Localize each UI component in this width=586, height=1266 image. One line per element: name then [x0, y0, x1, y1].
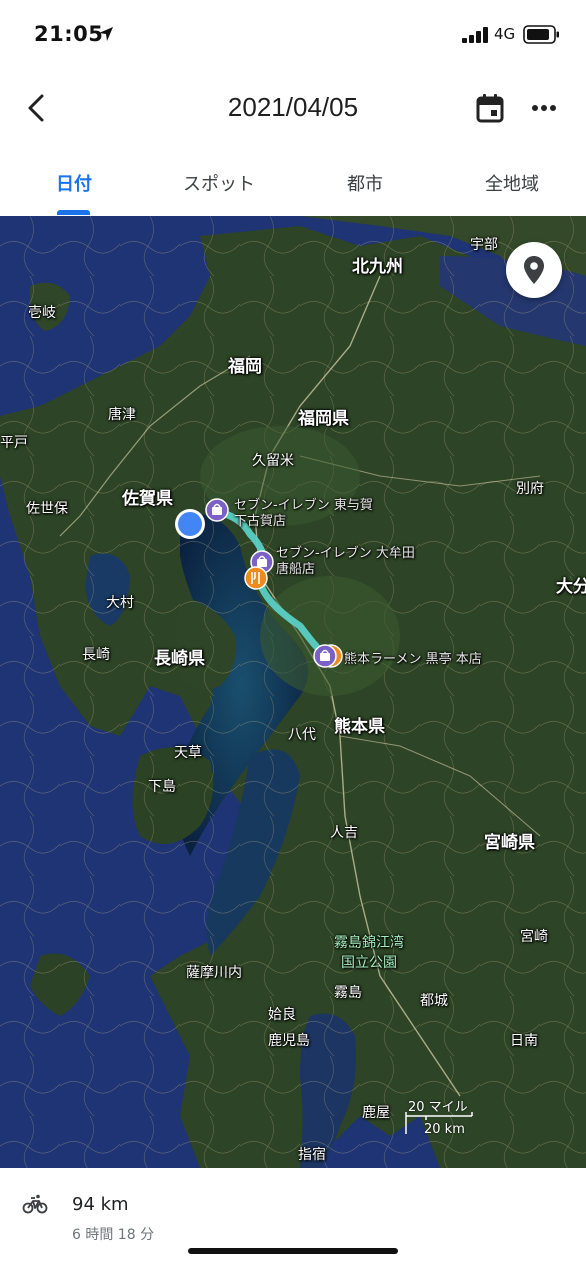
map-label-fukuoka: 福岡 — [228, 357, 262, 377]
poi-label[interactable]: セブン-イレブン 東与賀 下古賀店 — [234, 498, 373, 530]
map-label-aira: 姶良 — [268, 1007, 296, 1023]
map-label-kurume: 久留米 — [252, 453, 294, 469]
status-bar: 21:05 4G — [0, 0, 586, 70]
battery-icon — [523, 25, 559, 44]
map-label-kumamoto-pref: 熊本県 — [334, 717, 385, 737]
shop-marker[interactable] — [205, 498, 229, 522]
active-tab-indicator — [57, 210, 90, 215]
tab-all-regions[interactable]: 全地域 — [476, 170, 548, 196]
map-label-beppu: 別府 — [516, 481, 544, 497]
map-label-miyazaki-pref: 宮崎県 — [484, 833, 535, 853]
map-label-hitoyoshi: 人吉 — [330, 825, 358, 841]
restaurant-marker[interactable] — [244, 566, 268, 590]
map-label-miyakonojo: 都城 — [420, 993, 448, 1009]
shop-marker[interactable] — [313, 644, 337, 668]
map-label-miyazaki: 宮崎 — [520, 929, 548, 945]
trip-distance: 94 km — [72, 1194, 129, 1215]
poi-label[interactable]: 熊本ラーメン 黒亭 本店 — [344, 648, 482, 667]
map-label-ibusuki: 指宿 — [298, 1147, 326, 1163]
trip-summary: 94 km 6 時間 18 分 — [0, 1168, 586, 1266]
map-label-kirishima: 霧島 — [334, 985, 362, 1001]
satellite-map[interactable]: 北九州 宇部 壱岐 福岡 福岡県 唐津 平戸 久留米 佐賀県 佐世保 別府 大分… — [0, 216, 586, 1168]
map-label-hirado: 平戸 — [0, 435, 28, 451]
signal-icon — [462, 27, 488, 43]
map-label-nichinan: 日南 — [510, 1033, 538, 1049]
map-label-sasebo: 佐世保 — [26, 501, 68, 517]
map-label-nagasaki-pref: 長崎県 — [154, 649, 205, 669]
map-label-ube: 宇部 — [470, 237, 498, 253]
map-terrain — [0, 216, 586, 1168]
map-label-nagasaki: 長崎 — [82, 647, 110, 663]
bicycle-icon — [22, 1194, 48, 1214]
network-type: 4G — [494, 25, 516, 43]
map-label-oita: 大分 — [556, 577, 586, 597]
places-button[interactable] — [506, 242, 562, 298]
tab-spots[interactable]: スポット — [170, 170, 268, 196]
start-location-dot — [178, 512, 202, 536]
poi-label[interactable]: セブン-イレブン 大牟田 唐船店 — [276, 546, 415, 578]
app-header: 2021/04/05 — [0, 70, 586, 150]
map-label-karatsu: 唐津 — [108, 407, 136, 423]
map-label-amakusa: 天草 — [174, 745, 202, 761]
map-pin-icon — [524, 256, 544, 284]
tab-cities[interactable]: 都市 — [338, 170, 392, 196]
map-label-fukuoka-pref: 福岡県 — [298, 409, 349, 429]
map-label-shimoshima: 下島 — [148, 779, 176, 795]
tab-date[interactable]: 日付 — [50, 170, 98, 196]
map-label-omura: 大村 — [106, 595, 134, 611]
more-options-button[interactable] — [524, 88, 564, 128]
calendar-button[interactable] — [470, 88, 510, 128]
map-label-satsumasendai: 薩摩川内 — [186, 965, 242, 981]
map-label-saga-pref: 佐賀県 — [122, 489, 173, 509]
status-time: 21:05 — [34, 22, 104, 46]
map-label-kagoshima: 鹿児島 — [268, 1033, 310, 1049]
map-label-iki: 壱岐 — [28, 305, 56, 321]
map-scale: 20 マイル 20 km — [378, 1094, 474, 1144]
home-indicator — [188, 1248, 398, 1254]
location-arrow-icon — [99, 27, 113, 41]
map-label-yatsushiro: 八代 — [288, 727, 316, 743]
scale-metric: 20 km — [424, 1122, 465, 1137]
more-horizontal-icon — [532, 105, 556, 111]
calendar-icon — [476, 94, 504, 123]
trip-duration: 6 時間 18 分 — [72, 1227, 155, 1243]
tab-bar: 日付 スポット 都市 全地域 — [0, 150, 586, 216]
map-label-kirishima-park: 霧島錦江湾 国立公園 — [334, 935, 404, 971]
map-label-kitakyushu: 北九州 — [352, 257, 403, 277]
